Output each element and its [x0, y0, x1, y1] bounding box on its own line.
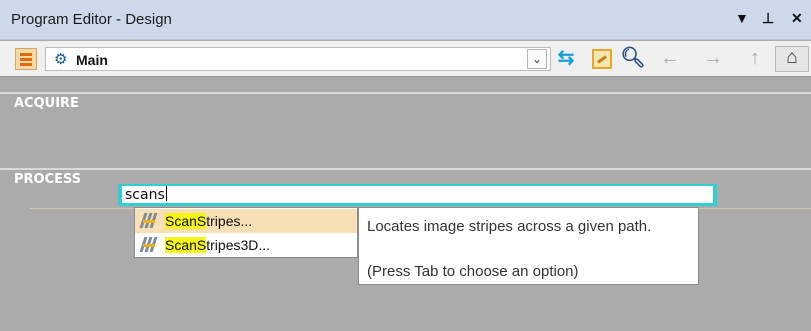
section-process: PROCESS — [14, 172, 82, 187]
pin-icon[interactable]: ⊥ — [762, 10, 774, 27]
gear-icon: ⚙ — [54, 51, 68, 68]
back-arrow-icon[interactable]: ← — [657, 47, 683, 71]
editor-toolbar: ⚙ Main ⌄ ⇆ 🔍︎ ← → ↑ ⌂ — [0, 41, 811, 77]
forward-arrow-icon[interactable]: → — [700, 47, 726, 71]
scan-stripes-3d-icon — [139, 237, 158, 253]
close-icon[interactable]: ✕ — [791, 10, 803, 27]
suggestion-list: ScanStripes... ScanStripes3D... — [134, 207, 358, 258]
list-item[interactable]: ScanStripes... — [135, 209, 357, 233]
match-highlight: ScanS — [165, 213, 207, 229]
scope-selector[interactable]: ⚙ Main — [45, 47, 551, 71]
edit-icon[interactable] — [592, 49, 612, 69]
window-titlebar: Program Editor - Design ▼ ⊥ ✕ — [0, 0, 811, 40]
home-icon[interactable]: ⌂ — [775, 46, 809, 72]
window-dropdown-icon[interactable]: ▼ — [735, 10, 749, 26]
section-separator — [0, 168, 811, 170]
section-acquire: ACQUIRE — [14, 96, 79, 111]
command-search-input[interactable]: scans — [118, 184, 717, 206]
tooltip-description: Locates image stripes across a given pat… — [367, 218, 652, 235]
match-highlight: ScanS — [165, 237, 207, 253]
scan-stripes-icon — [139, 213, 158, 229]
tooltip-hint: (Press Tab to choose an option) — [367, 263, 579, 280]
scope-label: Main — [76, 52, 108, 68]
suggestion-label-rest: tripes... — [206, 213, 253, 229]
suggestion-tooltip: Locates image stripes across a given pat… — [358, 207, 699, 285]
list-item[interactable]: ScanStripes3D... — [135, 233, 357, 257]
swap-icon[interactable]: ⇆ — [553, 47, 579, 71]
section-separator — [0, 92, 811, 94]
menu-icon[interactable] — [15, 48, 37, 70]
window-title: Program Editor - Design — [11, 11, 172, 28]
search-icon[interactable]: 🔍︎ — [620, 47, 646, 71]
chevron-down-icon[interactable]: ⌄ — [527, 49, 547, 69]
text-cursor — [165, 186, 167, 201]
suggestion-label-rest: tripes3D... — [206, 237, 271, 253]
search-input-value: scans — [125, 187, 165, 203]
up-arrow-icon[interactable]: ↑ — [742, 47, 768, 71]
